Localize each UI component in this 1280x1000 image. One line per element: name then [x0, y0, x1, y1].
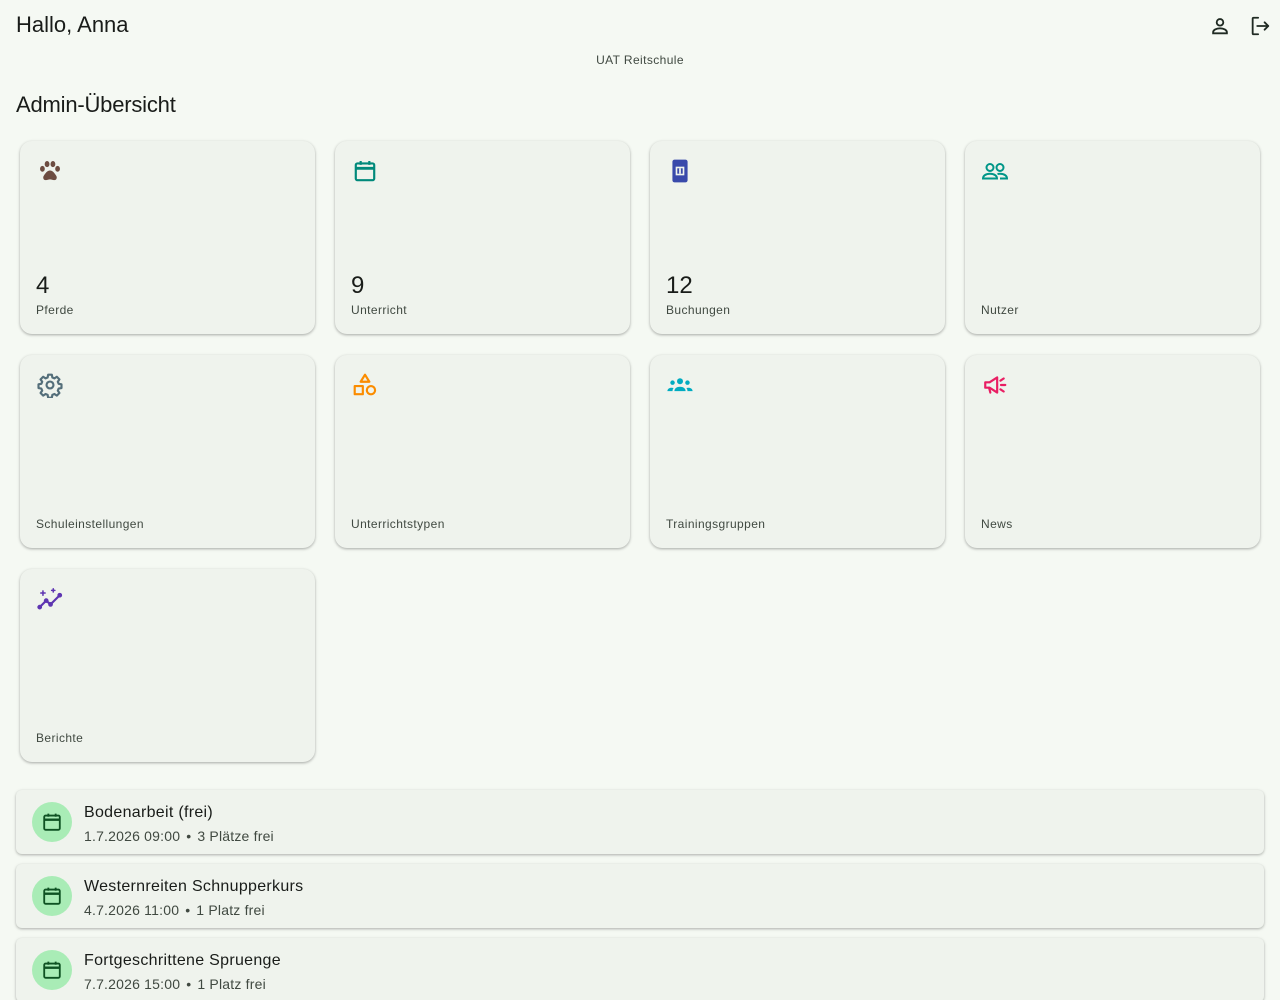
lesson-datetime: 1.7.2026 09:00 [84, 828, 181, 844]
greeting: Hallo, Anna [16, 12, 129, 37]
lesson-datetime: 4.7.2026 11:00 [84, 902, 180, 918]
calendar-icon [351, 157, 379, 185]
list-item[interactable]: Westernreiten Schnupperkurs 4.7.2026 11:… [16, 864, 1264, 928]
tile-buchungen[interactable]: 12 Buchungen [650, 141, 945, 334]
ticket-icon [666, 157, 694, 185]
tile-value: 12 [666, 272, 693, 299]
tile-news[interactable]: News [965, 355, 1260, 548]
tile-trainingsgruppen[interactable]: Trainingsgruppen [650, 355, 945, 548]
separator: • [185, 902, 191, 918]
tile-label: Nutzer [981, 303, 1019, 317]
tile-label: Schuleinstellungen [36, 517, 144, 531]
admin-tile-grid: 4 Pferde 9 Unterricht 12 Buchungen Nutze… [20, 141, 1260, 762]
megaphone-icon [981, 371, 1009, 399]
tile-value: 4 [36, 272, 50, 299]
tile-nutzer[interactable]: Nutzer [965, 141, 1260, 334]
upcoming-lessons-list: Bodenarbeit (frei) 1.7.2026 09:00 • 3 Plät… [16, 790, 1264, 1000]
shapes-icon [351, 371, 379, 399]
insights-icon [36, 585, 64, 613]
tile-label: Unterricht [351, 303, 408, 317]
lesson-availability: 3 Plätze frei [197, 828, 274, 844]
list-item[interactable]: Bodenarbeit (frei) 1.7.2026 09:00 • 3 Plät… [16, 790, 1264, 854]
lesson-details: 4.7.2026 11:00 • 1 Platz frei [84, 902, 265, 918]
calendar-icon [32, 876, 72, 916]
calendar-icon [32, 950, 72, 990]
tile-label: Pferde [36, 303, 74, 317]
paw-icon [36, 157, 64, 185]
tile-unterrichtstypen[interactable]: Unterrichtstypen [335, 355, 630, 548]
tile-berichte[interactable]: Berichte [20, 569, 315, 762]
users-icon [981, 157, 1009, 185]
tile-schuleinstellungen[interactable]: Schuleinstellungen [20, 355, 315, 548]
tile-value: 9 [351, 272, 365, 299]
tile-label: Buchungen [666, 303, 731, 317]
calendar-icon [32, 802, 72, 842]
lesson-availability: 1 Platz frei [197, 976, 266, 992]
top-bar: Hallo, Anna [0, 0, 1280, 52]
separator: • [186, 976, 192, 992]
lesson-title: Westernreiten Schnupperkurs [84, 878, 304, 895]
lesson-details: 7.7.2026 15:00 • 1 Platz frei [84, 976, 266, 992]
gear-icon [36, 371, 64, 399]
tile-pferde[interactable]: 4 Pferde [20, 141, 315, 334]
lesson-details: 1.7.2026 09:00 • 3 Plätze frei [84, 828, 274, 844]
tile-label: News [981, 517, 1013, 531]
lesson-availability: 1 Platz frei [196, 902, 265, 918]
separator: • [186, 828, 192, 844]
tile-label: Unterrichtstypen [351, 517, 445, 531]
list-item[interactable]: Fortgeschrittene Spruenge 7.7.2026 15:00… [16, 938, 1264, 1000]
tile-unterricht[interactable]: 9 Unterricht [335, 141, 630, 334]
tile-label: Berichte [36, 731, 84, 745]
lesson-title: Bodenarbeit (frei) [84, 804, 214, 821]
groups-icon [666, 371, 694, 399]
school-name: UAT Reitschule [596, 53, 684, 67]
lesson-title: Fortgeschrittene Spruenge [84, 952, 281, 969]
tile-label: Trainingsgruppen [666, 517, 766, 531]
person-icon[interactable] [1208, 14, 1232, 38]
page-title: Admin-Übersicht [16, 92, 176, 117]
lesson-datetime: 7.7.2026 15:00 [84, 976, 181, 992]
logout-icon[interactable] [1248, 14, 1272, 38]
